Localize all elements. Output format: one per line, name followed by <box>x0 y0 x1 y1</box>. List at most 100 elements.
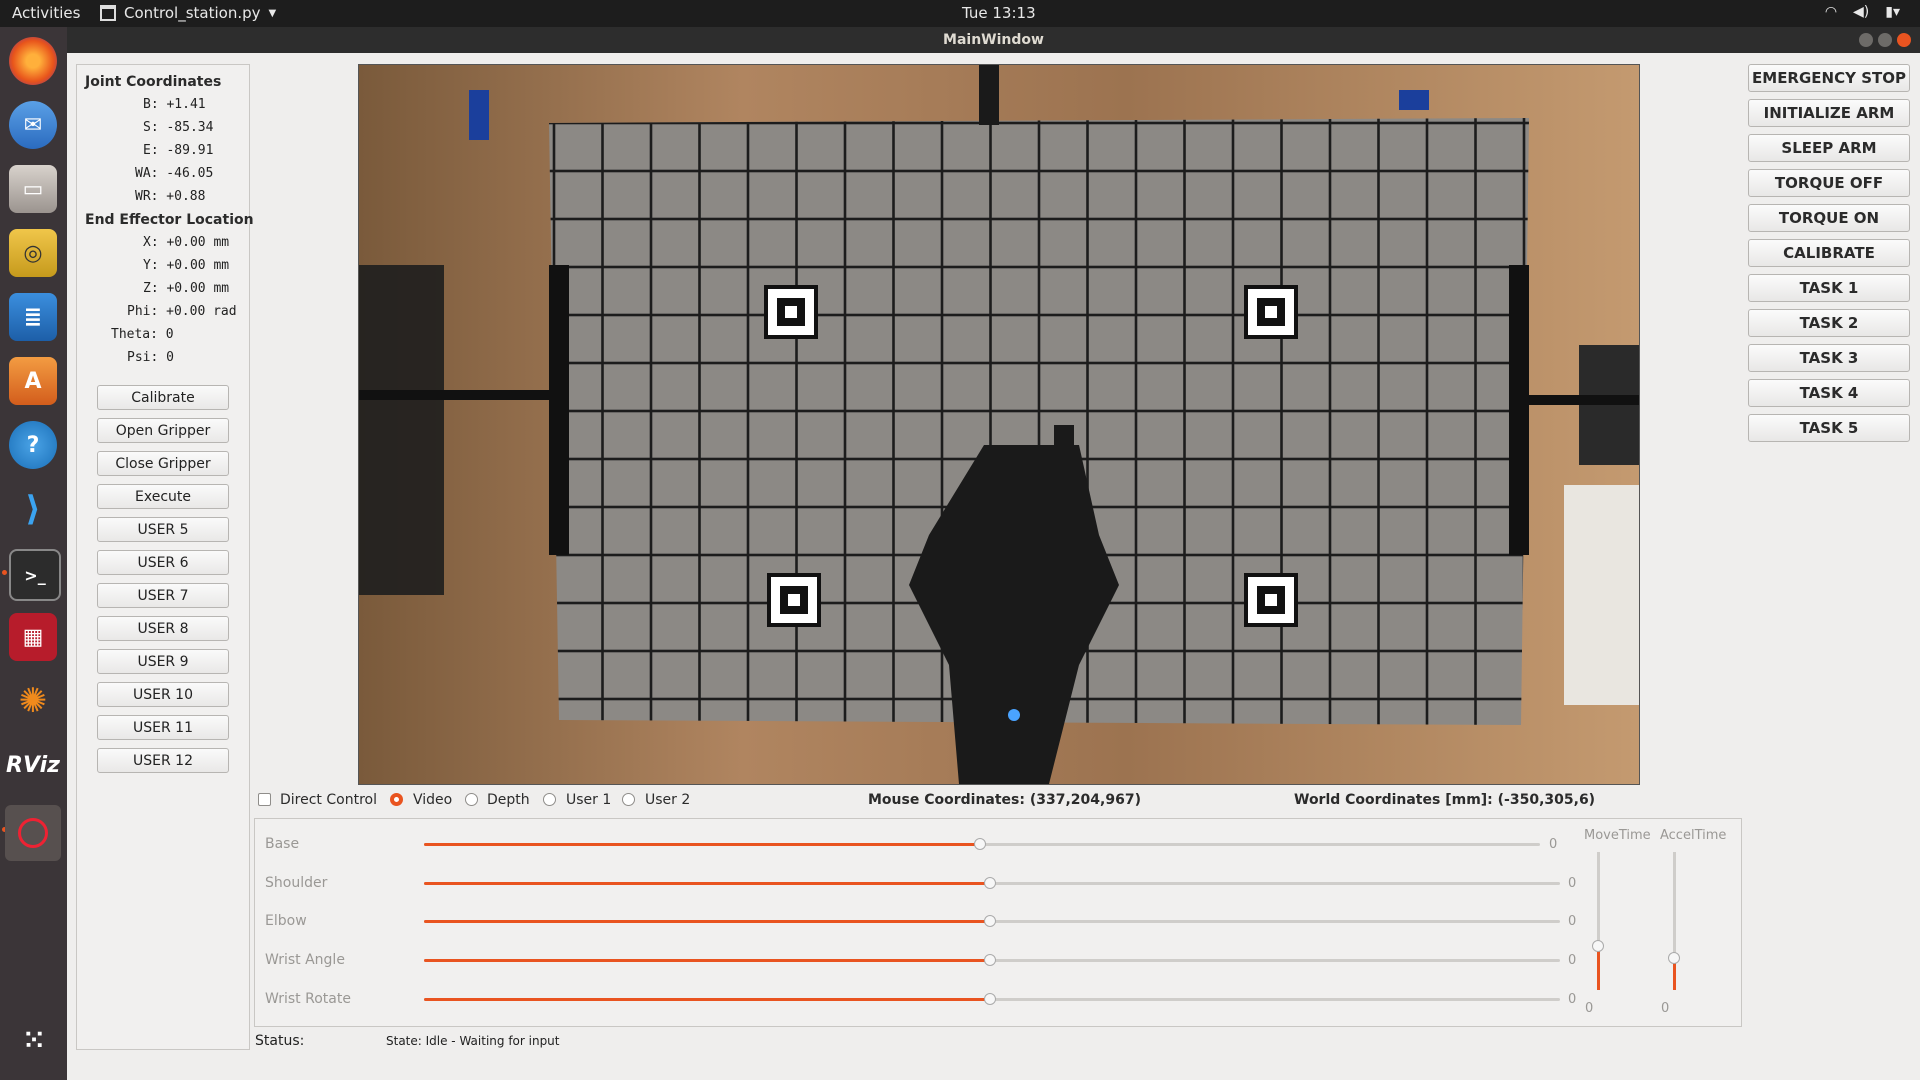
calibrate-arm-button[interactable]: CALIBRATE <box>1748 239 1910 267</box>
end-effector-header: End Effector Location <box>85 212 254 228</box>
settings-icon[interactable]: ✺ <box>9 677 57 725</box>
maximize-icon[interactable] <box>1878 33 1892 47</box>
top-bar: Activities Control_station.py ▼ Tue 13:1… <box>0 0 1920 27</box>
wrist-rotate-slider-value: 0 <box>1568 992 1577 1007</box>
dock: ✉ ▭ ◎ ≣ A ? ⟩ >_ ▦ ✺ RViz ⁙ <box>0 27 67 1080</box>
wrist-angle-slider-label: Wrist Angle <box>265 952 345 968</box>
joint-wrist-angle-value: WA: -46.05 <box>135 166 214 181</box>
user5-button[interactable]: USER 5 <box>97 517 229 542</box>
terminal-icon[interactable]: >_ <box>9 549 61 601</box>
ee-x-value: X: +0.00 mm <box>143 235 230 250</box>
movetime-slider-handle[interactable] <box>1592 940 1604 952</box>
status-text: State: Idle - Waiting for input <box>386 1034 560 1048</box>
close-gripper-button[interactable]: Close Gripper <box>97 451 229 476</box>
task4-button[interactable]: TASK 4 <box>1748 379 1910 407</box>
wrist-rotate-slider-label: Wrist Rotate <box>265 991 351 1007</box>
app-red-icon[interactable]: ▦ <box>9 613 57 661</box>
camera-view[interactable] <box>358 64 1640 785</box>
shoulder-slider-fill <box>424 882 990 885</box>
task5-button[interactable]: TASK 5 <box>1748 414 1910 442</box>
wrist-angle-slider-value: 0 <box>1568 953 1577 968</box>
movetime-label: MoveTime <box>1584 828 1651 843</box>
user12-button[interactable]: USER 12 <box>97 748 229 773</box>
camera-image <box>359 65 1639 784</box>
execute-button[interactable]: Execute <box>97 484 229 509</box>
ee-z-value: Z: +0.00 mm <box>143 281 230 296</box>
wrist-rotate-slider-fill <box>424 998 990 1001</box>
close-icon[interactable] <box>1897 33 1911 47</box>
wrist-rotate-slider-handle[interactable] <box>984 993 996 1005</box>
firefox-icon[interactable] <box>9 37 57 85</box>
user1-radio-label: User 1 <box>566 792 612 808</box>
software-icon[interactable]: A <box>9 357 57 405</box>
movetime-value: 0 <box>1585 1001 1594 1016</box>
help-icon[interactable]: ? <box>9 421 57 469</box>
torque-off-button[interactable]: TORQUE OFF <box>1748 169 1910 197</box>
status-label: Status: <box>255 1033 305 1049</box>
user10-button[interactable]: USER 10 <box>97 682 229 707</box>
task1-button[interactable]: TASK 1 <box>1748 274 1910 302</box>
torque-on-button[interactable]: TORQUE ON <box>1748 204 1910 232</box>
elbow-slider-fill <box>424 920 990 923</box>
battery-icon: ▮▾ <box>1885 4 1900 20</box>
joint-wrist-rotate-value: WR: +0.88 <box>135 189 206 204</box>
app-menu-label: Control_station.py <box>124 4 261 22</box>
wifi-icon: ◠ <box>1824 4 1838 20</box>
movetime-slider-fill <box>1597 946 1600 990</box>
ee-phi-value: Phi: +0.00 rad <box>127 304 237 319</box>
window-title: MainWindow <box>943 32 1044 48</box>
joint-elbow-value: E: -89.91 <box>143 143 214 158</box>
ee-theta-value: Theta: 0 <box>111 327 174 342</box>
user7-button[interactable]: USER 7 <box>97 583 229 608</box>
open-gripper-button[interactable]: Open Gripper <box>97 418 229 443</box>
joint-coords-header: Joint Coordinates <box>85 74 222 90</box>
user2-radio[interactable] <box>622 793 635 806</box>
base-slider-fill <box>424 843 980 846</box>
show-apps-icon[interactable]: ⁙ <box>9 1017 57 1065</box>
acceltime-label: AccelTime <box>1660 828 1727 843</box>
volume-icon: ◀) <box>1853 4 1870 20</box>
app-menu[interactable]: Control_station.py ▼ <box>100 4 276 22</box>
user1-radio[interactable] <box>543 793 556 806</box>
clock[interactable]: Tue 13:13 <box>962 4 1036 22</box>
base-slider-value: 0 <box>1549 837 1558 852</box>
sleep-arm-button[interactable]: SLEEP ARM <box>1748 134 1910 162</box>
elbow-slider-handle[interactable] <box>984 915 996 927</box>
mail-icon[interactable]: ✉ <box>9 101 57 149</box>
shoulder-slider-handle[interactable] <box>984 877 996 889</box>
depth-radio[interactable] <box>465 793 478 806</box>
calibrate-button[interactable]: Calibrate <box>97 385 229 410</box>
files-icon[interactable]: ▭ <box>9 165 57 213</box>
initialize-arm-button[interactable]: INITIALIZE ARM <box>1748 99 1910 127</box>
acceltime-slider-handle[interactable] <box>1668 952 1680 964</box>
ee-y-value: Y: +0.00 mm <box>143 258 230 273</box>
wrist-angle-slider-handle[interactable] <box>984 954 996 966</box>
base-slider-handle[interactable] <box>974 838 986 850</box>
direct-control-label: Direct Control <box>280 792 377 808</box>
task3-button[interactable]: TASK 3 <box>1748 344 1910 372</box>
user2-radio-label: User 2 <box>645 792 691 808</box>
rviz-icon[interactable]: RViz <box>6 741 60 789</box>
user9-button[interactable]: USER 9 <box>97 649 229 674</box>
emergency-stop-button[interactable]: EMERGENCY STOP <box>1748 64 1910 92</box>
music-icon[interactable]: ◎ <box>9 229 57 277</box>
user6-button[interactable]: USER 6 <box>97 550 229 575</box>
shoulder-slider-value: 0 <box>1568 876 1577 891</box>
elbow-slider-label: Elbow <box>265 913 307 929</box>
elbow-slider-value: 0 <box>1568 914 1577 929</box>
task2-button[interactable]: TASK 2 <box>1748 309 1910 337</box>
system-tray[interactable]: ◠ ◀) ▮▾ <box>1825 4 1900 20</box>
user8-button[interactable]: USER 8 <box>97 616 229 641</box>
direct-control-checkbox[interactable] <box>258 793 271 806</box>
writer-icon[interactable]: ≣ <box>9 293 57 341</box>
user11-button[interactable]: USER 11 <box>97 715 229 740</box>
chevron-down-icon: ▼ <box>268 7 277 19</box>
shoulder-slider-label: Shoulder <box>265 875 328 891</box>
vscode-icon[interactable]: ⟩ <box>9 485 57 533</box>
control-station-icon[interactable] <box>5 805 61 861</box>
activities-button[interactable]: Activities <box>12 4 80 22</box>
minimize-icon[interactable] <box>1859 33 1873 47</box>
video-radio[interactable] <box>390 793 403 806</box>
joint-base-value: B: +1.41 <box>143 97 206 112</box>
window-titlebar[interactable]: MainWindow <box>67 27 1920 53</box>
